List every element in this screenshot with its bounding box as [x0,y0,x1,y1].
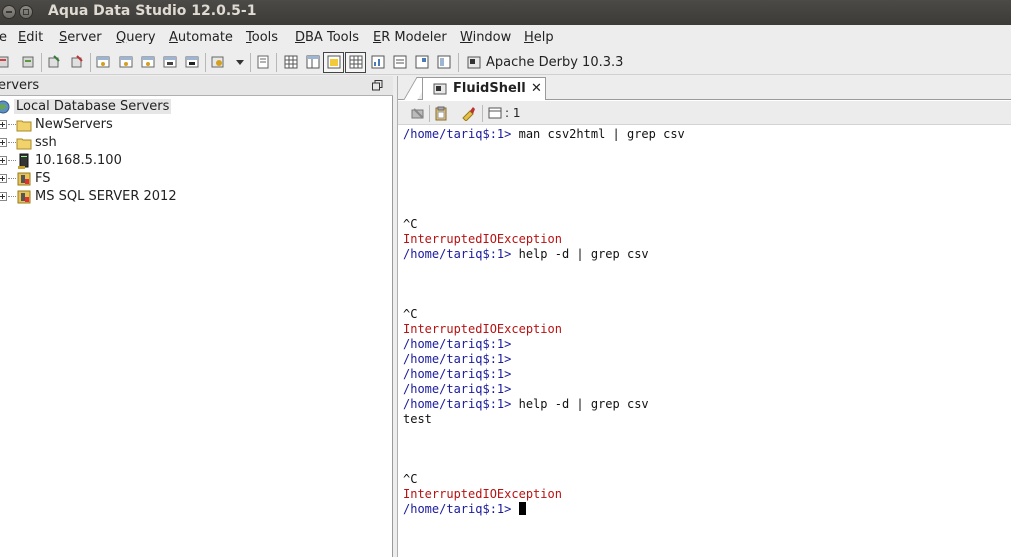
menu-er-modeler[interactable]: ER Modeler [373,30,447,45]
console-error: InterruptedIOException [403,232,562,246]
detail-view-icon[interactable] [392,54,408,70]
menu-file[interactable]: e [0,30,7,45]
session-count: : 1 [505,106,521,120]
console-line: test [403,412,432,426]
db-folder-icon [17,172,31,186]
shell-console[interactable]: /home/tariq$:1> man csv2html | grep csv … [398,125,1011,557]
servers-panel: ervers Local Database Servers NewServers… [0,76,393,557]
menu-edit[interactable]: Edit [18,30,43,45]
tab-close-button[interactable]: ✕ [531,81,542,96]
edit-server-icon[interactable] [21,54,37,70]
maximize-button[interactable] [19,5,33,19]
menu-automate[interactable]: Automate [169,30,233,45]
settings-icon[interactable] [410,106,426,122]
console-line: /home/tariq$:1> [403,352,512,366]
shell-toolbar: : 1 [398,101,1011,125]
query-window-2-icon[interactable] [118,54,134,70]
active-database-label[interactable]: Apache Derby 10.3.3 [486,55,623,70]
console-line: /home/tariq$:1> [403,367,512,381]
folder-icon [16,120,32,132]
tree-item-10-168-5-100[interactable]: 10.168.5.100 [0,152,393,170]
console-line: ^C [403,307,418,321]
minimize-button[interactable] [2,5,16,19]
split-view-icon[interactable] [414,54,430,70]
connect-icon[interactable] [46,54,62,70]
tab-fluidshell[interactable]: FluidShell ✕ [422,77,546,100]
query-window-5-icon[interactable] [184,54,200,70]
grid-view-icon[interactable] [283,54,299,70]
form-view-icon[interactable] [305,54,321,70]
clipboard-icon[interactable] [433,105,449,121]
table-view-icon [349,55,363,69]
servers-panel-title: ervers [0,78,40,93]
menu-query[interactable]: Query [116,30,156,45]
tree-expander[interactable] [0,174,7,183]
dropdown-arrow-icon[interactable] [232,54,248,70]
tree-expander[interactable] [0,156,7,165]
globe-icon [0,100,10,114]
editor-tabstrip: FluidShell ✕ [398,76,1011,100]
text-cursor [518,502,526,515]
print-icon[interactable] [255,54,271,70]
window-title: Aqua Data Studio 12.0.5-1 [48,3,257,19]
sessions-icon[interactable] [488,107,502,119]
console-line: /home/tariq$:1> help -d | grep csv [403,247,649,261]
disconnect-icon[interactable] [69,54,85,70]
console-input-line[interactable]: /home/tariq$:1> [403,502,526,517]
console-line: ^C [403,217,418,231]
tree-expander[interactable] [0,138,7,147]
chart-view-icon[interactable] [370,54,386,70]
tree-expander[interactable] [0,192,7,201]
query-window-icon[interactable] [95,54,111,70]
tree-expander[interactable] [0,120,7,129]
menu-dba-tools[interactable]: DBA Tools [295,30,359,45]
tree-item-fs[interactable]: FS [0,170,393,188]
main-toolbar: Apache Derby 10.3.3 [0,50,1011,75]
tree-root-local-servers[interactable]: Local Database Servers [0,98,393,116]
history-icon[interactable] [210,54,226,70]
layout-view-icon[interactable] [436,54,452,70]
console-line: ^C [403,472,418,486]
server-icon [18,153,29,169]
servers-panel-header: ervers [0,76,393,96]
console-line: /home/tariq$:1> [403,337,512,351]
fluidshell-panel: FluidShell ✕ : 1 /home/tariq$:1> man csv… [398,76,1011,557]
console-line: /home/tariq$:1> help -d | grep csv [403,397,649,411]
shell-icon [433,83,447,95]
text-view-icon [327,55,341,69]
console-error: InterruptedIOException [403,487,562,501]
menu-help[interactable]: Help [524,30,554,45]
folder-icon [16,138,32,150]
restore-icon[interactable] [372,80,383,91]
menu-tools[interactable]: Tools [246,30,278,45]
console-line: /home/tariq$:1> [403,382,512,396]
menu-server[interactable]: Server [59,30,102,45]
console-error: InterruptedIOException [403,322,562,336]
clear-icon[interactable] [460,105,476,121]
db-folder-icon [17,190,31,204]
tree-item-ms-sql-server-2012[interactable]: MS SQL SERVER 2012 [0,188,393,206]
console-line: /home/tariq$:1> man csv2html | grep csv [403,127,685,141]
tree-item-newservers[interactable]: NewServers [0,116,393,134]
tree-item-ssh[interactable]: ssh [0,134,393,152]
menu-window[interactable]: Window [460,30,511,45]
tree-root-label: Local Database Servers [14,99,172,114]
new-server-icon[interactable] [0,54,10,70]
query-window-3-icon[interactable] [140,54,156,70]
database-icon [467,56,481,69]
query-window-4-icon[interactable] [162,54,178,70]
title-bar: Aqua Data Studio 12.0.5-1 [0,0,1011,25]
menu-bar: e Edit Server Query Automate Tools DBA T… [0,25,1011,50]
